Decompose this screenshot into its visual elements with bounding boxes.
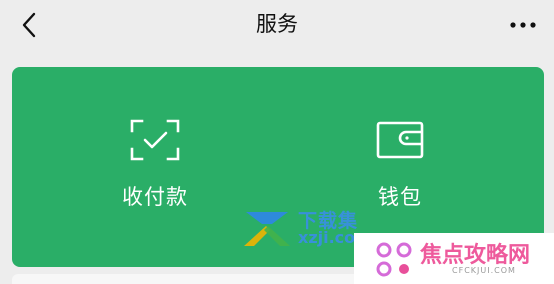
service-card: 收付款 钱包 (12, 67, 544, 267)
page-title: 服务 (256, 12, 298, 36)
top-nav-bar: 服务 (0, 0, 554, 50)
receive-payment-label: 收付款 (122, 185, 188, 209)
wallet-button[interactable]: 钱包 (330, 117, 470, 211)
more-button[interactable] (506, 8, 540, 42)
scan-check-icon (129, 117, 181, 163)
receive-payment-button[interactable]: 收付款 (85, 117, 225, 211)
wallet-icon (374, 117, 426, 163)
ellipsis-icon (510, 22, 536, 28)
next-section-strip (12, 274, 544, 284)
wallet-label: 钱包 (378, 185, 422, 209)
